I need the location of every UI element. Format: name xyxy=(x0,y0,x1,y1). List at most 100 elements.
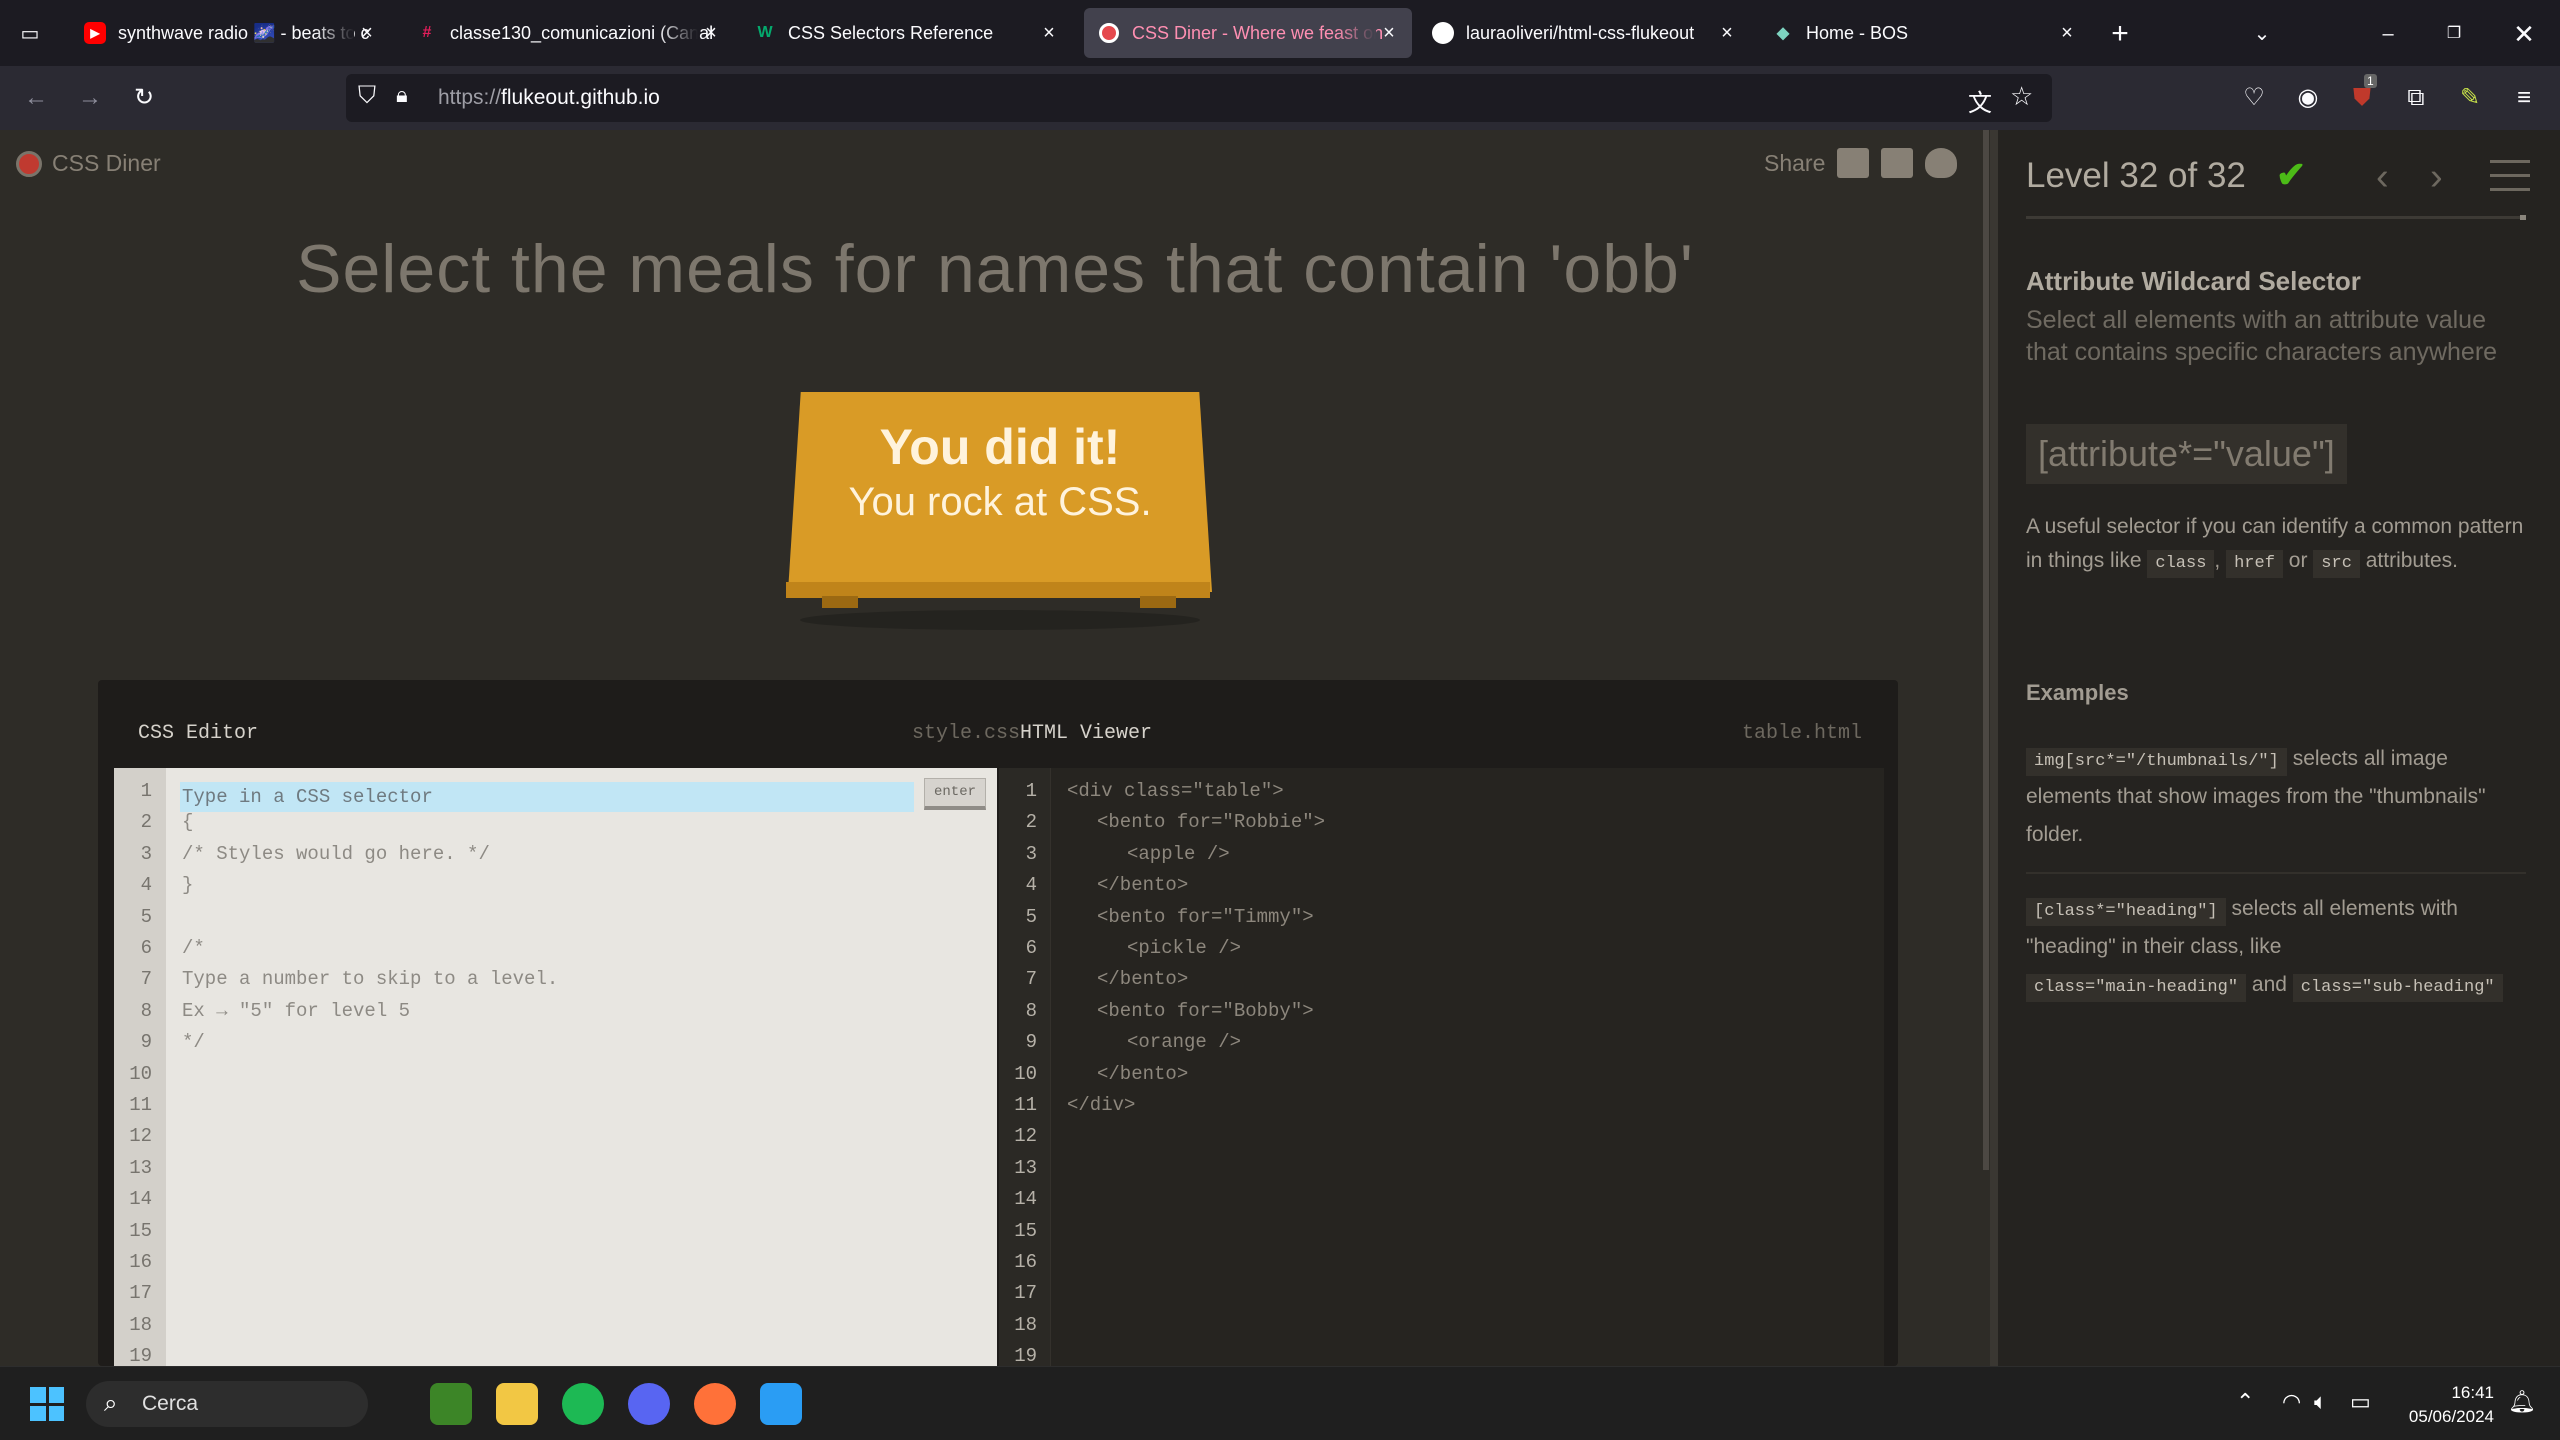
line-number: 3 xyxy=(140,842,152,865)
twitter-icon[interactable] xyxy=(1925,148,1958,178)
close-tab-icon[interactable]: × xyxy=(1716,22,1738,44)
css-code-line: Type a number to skip to a level. xyxy=(182,968,559,991)
shield-icon[interactable]: ⛉ xyxy=(358,82,376,110)
back-icon[interactable]: ← xyxy=(18,80,54,116)
system-clock[interactable]: 16:41 05/06/2024 xyxy=(2390,1381,2494,1429)
ublock-icon[interactable]: ⛊ 1 xyxy=(2344,74,2380,116)
lock-icon[interactable]: 🔒︎ xyxy=(396,82,408,108)
close-window-icon[interactable]: ✕ xyxy=(2504,14,2544,54)
search-icon: ⌕ xyxy=(104,1390,118,1417)
minecraft-icon[interactable] xyxy=(430,1383,472,1425)
html-code-line[interactable]: </bento> xyxy=(1097,1063,1188,1085)
bos-icon: ◆ xyxy=(1776,25,1790,42)
line-number: 15 xyxy=(1014,1219,1037,1242)
level-indicator: Level 32 of 32 xyxy=(2026,156,2246,195)
win-message-subtitle: You rock at CSS. xyxy=(848,480,1152,524)
html-code-line[interactable]: </bento> xyxy=(1097,874,1188,896)
app-menu-icon[interactable]: ≡ xyxy=(2506,80,2542,116)
tab-youtube[interactable]: ▶ synthwave radio 🌌 - beats to c × xyxy=(70,8,390,58)
pocket-icon[interactable]: ♡ xyxy=(2236,80,2272,116)
spotify-icon[interactable] xyxy=(562,1383,604,1425)
css-diner-icon xyxy=(1098,22,1120,44)
css-selector-input[interactable] xyxy=(180,782,914,812)
minimize-icon[interactable]: – xyxy=(2368,14,2408,54)
facebook-icon[interactable] xyxy=(1881,148,1914,178)
vscode-icon[interactable] xyxy=(760,1383,802,1425)
extension-pen-icon[interactable]: ✎ xyxy=(2452,80,2488,116)
close-tab-icon[interactable]: × xyxy=(700,22,722,44)
html-code-line[interactable]: </bento> xyxy=(1097,968,1188,990)
forward-icon[interactable]: → xyxy=(72,80,108,116)
chevron-down-icon[interactable]: ⌄ xyxy=(2242,14,2282,54)
wifi-icon[interactable]: ◠ xyxy=(2282,1389,2301,1415)
previous-level-icon[interactable]: ‹ xyxy=(2376,156,2389,199)
reload-icon[interactable]: ↻ xyxy=(126,80,162,116)
discord-icon[interactable] xyxy=(628,1383,670,1425)
line-number: 3 xyxy=(1025,842,1037,865)
html-code-line[interactable]: <bento for="Bobby"> xyxy=(1097,1000,1314,1022)
level-instruction: Select the meals for names that contain … xyxy=(296,231,1694,307)
account-icon[interactable]: ◉ xyxy=(2290,80,2326,116)
close-tab-icon[interactable]: × xyxy=(2056,22,2078,44)
level-sidebar: Level 32 of 32 ✔ ‹ › Attribute Wildcard … xyxy=(1990,130,2560,1366)
css-code-line: */ xyxy=(182,1031,205,1054)
html-code-line[interactable]: <bento for="Timmy"> xyxy=(1097,906,1314,928)
line-number: 2 xyxy=(1025,811,1037,834)
translate-icon[interactable]: 文 xyxy=(1968,83,1992,118)
taskbar-search[interactable]: ⌕ Cerca xyxy=(86,1381,368,1427)
close-tab-icon[interactable]: × xyxy=(1038,22,1060,44)
volume-icon[interactable]: 🔈︎ xyxy=(2314,1389,2327,1415)
tab-w3schools[interactable]: W CSS Selectors Reference × xyxy=(740,8,1072,58)
html-code-line[interactable]: <pickle /> xyxy=(1127,937,1241,959)
chevron-up-icon[interactable]: ⌃ xyxy=(2236,1389,2254,1415)
html-code-line[interactable]: <orange /> xyxy=(1127,1031,1241,1053)
html-code-line[interactable]: <div class="table"> xyxy=(1067,780,1284,802)
level-menu-icon[interactable] xyxy=(2490,160,2530,202)
css-code-line: Ex → "5" for level 5 xyxy=(182,999,411,1022)
editor-panels: CSS Editor style.css HTML Viewer table.h… xyxy=(98,680,1898,1367)
css-diner-logo[interactable]: CSS Diner xyxy=(16,150,161,177)
file-explorer-icon[interactable] xyxy=(496,1383,538,1425)
new-tab-icon[interactable]: + xyxy=(2100,14,2140,54)
url-bar[interactable]: ⛉ 🔒︎ https://flukeout.github.io 文 ☆ xyxy=(346,74,2052,122)
close-tab-icon[interactable]: × xyxy=(1378,22,1400,44)
line-number: 12 xyxy=(129,1125,152,1148)
line-number: 7 xyxy=(140,968,152,991)
close-tab-icon[interactable]: × xyxy=(356,22,378,44)
notification-bell-icon[interactable]: 🔔︎ xyxy=(2508,1389,2536,1415)
css-editor[interactable]: enter 12345678910111213141516171819{/* S… xyxy=(114,768,997,1367)
example-2: [class*="heading"] selects all elements … xyxy=(2026,890,2506,1004)
tab-slack[interactable]: # classe130_comunicazioni (Canal × xyxy=(402,8,734,58)
html-code-line[interactable]: <apple /> xyxy=(1127,843,1230,865)
checkmark-icon: ✔ xyxy=(2276,154,2307,195)
tab-css-diner[interactable]: CSS Diner - Where we feast on × xyxy=(1084,8,1412,58)
line-number: 6 xyxy=(1025,937,1037,959)
line-number: 8 xyxy=(140,999,152,1022)
url-text[interactable]: https://flukeout.github.io xyxy=(438,86,660,110)
tab-github[interactable]: lauraoliveri/html-css-flukeout × xyxy=(1418,8,1750,58)
restore-icon[interactable]: ❐ xyxy=(2434,14,2474,54)
windows-start-icon[interactable] xyxy=(26,1383,68,1425)
bookmark-star-icon[interactable]: ☆ xyxy=(2010,81,2033,112)
line-number: 1 xyxy=(1025,780,1037,802)
tab-bos[interactable]: ◆ Home - BOS × xyxy=(1758,8,2090,58)
enter-button[interactable]: enter xyxy=(924,778,986,810)
firefox-icon[interactable] xyxy=(694,1383,736,1425)
battery-icon[interactable]: ▭ xyxy=(2350,1389,2371,1415)
line-number: 18 xyxy=(129,1313,152,1336)
html-code-line[interactable]: </div> xyxy=(1067,1094,1135,1116)
next-level-icon[interactable]: › xyxy=(2430,156,2443,199)
level-progress xyxy=(2026,215,2526,220)
logo-icon xyxy=(16,150,42,177)
line-number: 13 xyxy=(1014,1156,1037,1179)
line-number: 17 xyxy=(129,1282,152,1305)
tab-overview-icon[interactable]: ▭ xyxy=(10,14,50,54)
extensions-icon[interactable]: ⧉ xyxy=(2398,80,2434,116)
line-number: 14 xyxy=(1014,1188,1037,1211)
page-scrollbar[interactable] xyxy=(1983,130,1989,1170)
css-code-line: } xyxy=(182,874,194,897)
examples-heading: Examples xyxy=(2026,680,2129,705)
html-code-line[interactable]: <bento for="Robbie"> xyxy=(1097,811,1325,833)
email-icon[interactable] xyxy=(1837,148,1870,178)
windows-taskbar: ⌕ Cerca ⌃ ◠ 🔈︎ ▭ 16:41 05/06/2024 🔔︎ xyxy=(0,1366,2560,1440)
